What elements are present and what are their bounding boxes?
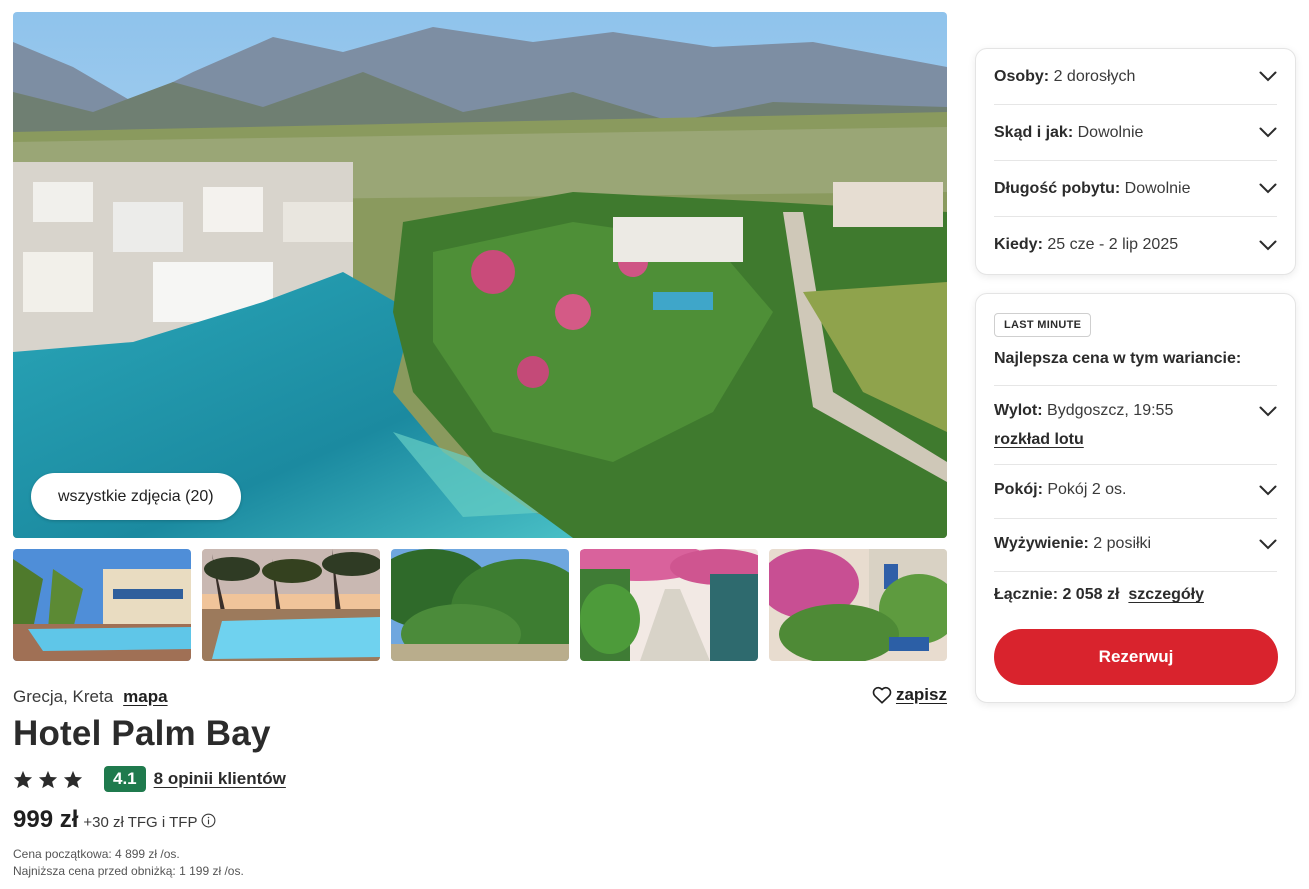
departure-value: Dowolnie bbox=[1077, 123, 1144, 141]
thumbnail-garden[interactable] bbox=[391, 549, 569, 661]
stay-length-label: Długość pobytu: bbox=[994, 179, 1121, 197]
chevron-down-icon bbox=[1259, 127, 1277, 138]
save-button[interactable]: zapisz bbox=[872, 685, 947, 705]
price-extra-fees: +30 zł TFG i TFP bbox=[83, 814, 198, 831]
thumbnail-strip bbox=[13, 549, 947, 661]
rating-badge: 4.1 bbox=[104, 766, 146, 792]
divider bbox=[994, 464, 1277, 465]
main-photo-image bbox=[13, 12, 947, 538]
date-selector[interactable]: Kiedy: 25 cze - 2 lip 2025 bbox=[994, 217, 1277, 273]
rating-row: 4.1 8 opinii klientów bbox=[13, 765, 286, 793]
total-row: Łącznie: 2 058 zł szczegóły bbox=[994, 586, 1204, 604]
map-link[interactable]: mapa bbox=[123, 687, 167, 707]
star-icon bbox=[63, 770, 83, 788]
board-selector[interactable]: Wyżywienie: 2 posiłki bbox=[994, 535, 1277, 553]
reviews-link[interactable]: 8 opinii klientów bbox=[154, 769, 286, 789]
last-minute-badge: LAST MINUTE bbox=[994, 313, 1092, 337]
stay-length-selector[interactable]: Długość pobytu: Dowolnie bbox=[994, 161, 1277, 217]
board-label: Wyżywienie: bbox=[994, 535, 1089, 552]
all-photos-button[interactable]: wszystkie zdjęcia (20) bbox=[31, 473, 241, 520]
save-label: zapisz bbox=[895, 685, 947, 704]
chevron-down-icon bbox=[1259, 240, 1277, 250]
hotel-stars bbox=[13, 770, 83, 789]
departure-label: Skąd i jak: bbox=[994, 123, 1074, 141]
chevron-down-icon bbox=[1259, 406, 1277, 416]
flight-value: Bydgoszcz, 19:55 bbox=[1047, 402, 1174, 419]
info-icon[interactable] bbox=[201, 813, 216, 828]
price: 999 zł bbox=[13, 806, 79, 833]
star-icon bbox=[13, 770, 33, 788]
thumbnail-pool-sunset[interactable] bbox=[202, 549, 380, 661]
thumbnail-pool-building[interactable] bbox=[13, 549, 191, 661]
chevron-down-icon bbox=[1259, 485, 1277, 495]
board-value: 2 posiłki bbox=[1093, 535, 1152, 552]
chevron-down-icon bbox=[1259, 183, 1277, 194]
departure-selector[interactable]: Skąd i jak: Dowolnie bbox=[994, 105, 1277, 161]
divider bbox=[994, 571, 1277, 572]
location-row: Grecja, Kreta mapa zapisz bbox=[13, 685, 947, 709]
flight-selector[interactable]: Wylot: Bydgoszcz, 19:55 bbox=[994, 402, 1277, 420]
divider bbox=[994, 518, 1277, 519]
divider bbox=[994, 385, 1277, 386]
date-label: Kiedy: bbox=[994, 236, 1043, 253]
flight-schedule-link[interactable]: rozkład lotu bbox=[994, 431, 1084, 449]
hotel-location: Grecja, Kreta bbox=[13, 687, 114, 706]
details-link[interactable]: szczegóły bbox=[1128, 586, 1204, 604]
heart-icon bbox=[872, 686, 892, 704]
thumbnail-bougainvillea[interactable] bbox=[769, 549, 947, 661]
hotel-name: Hotel Palm Bay bbox=[13, 714, 271, 753]
stay-length-value: Dowolnie bbox=[1124, 179, 1191, 197]
room-label: Pokój: bbox=[994, 481, 1043, 498]
chevron-down-icon bbox=[1259, 71, 1277, 82]
persons-value: 2 dorosłych bbox=[1053, 67, 1136, 85]
persons-selector[interactable]: Osoby: 2 dorosłych bbox=[994, 49, 1277, 105]
price-row: 999 zł +30 zł TFG i TFP bbox=[13, 806, 216, 834]
best-price-heading: Najlepsza cena w tym wariancie: bbox=[994, 350, 1242, 367]
total-price: Łącznie: 2 058 zł bbox=[994, 586, 1120, 603]
main-photo[interactable]: wszystkie zdjęcia (20) bbox=[13, 12, 947, 538]
offer-card: LAST MINUTE Najlepsza cena w tym warianc… bbox=[975, 293, 1296, 703]
search-params-card: Osoby: 2 dorosłych Skąd i jak: Dowolnie … bbox=[975, 48, 1296, 275]
thumbnail-flower-walkway[interactable] bbox=[580, 549, 758, 661]
chevron-down-icon bbox=[1259, 539, 1277, 549]
date-value: 25 cze - 2 lip 2025 bbox=[1047, 236, 1179, 253]
lowest-price-note: Najniższa cena przed obniżką: 1 199 zł /… bbox=[13, 864, 244, 878]
star-icon bbox=[38, 770, 58, 788]
initial-price-note: Cena początkowa: 4 899 zł /os. bbox=[13, 847, 180, 861]
persons-label: Osoby: bbox=[994, 67, 1050, 85]
room-selector[interactable]: Pokój: Pokój 2 os. bbox=[994, 481, 1277, 499]
room-value: Pokój 2 os. bbox=[1047, 481, 1127, 498]
flight-label: Wylot: bbox=[994, 402, 1043, 419]
book-button[interactable]: Rezerwuj bbox=[994, 629, 1278, 685]
